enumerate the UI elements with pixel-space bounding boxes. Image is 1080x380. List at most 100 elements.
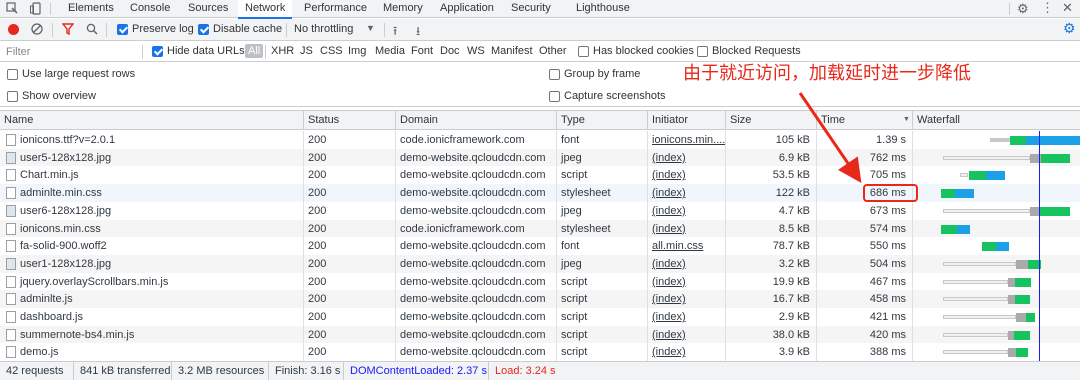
settings-gear-icon[interactable]: ⚙ [1017, 2, 1029, 15]
tab-elements[interactable]: Elements [68, 0, 114, 18]
hide-data-urls-checkbox[interactable] [152, 46, 163, 57]
col-time[interactable]: Time [817, 111, 913, 130]
col-type[interactable]: Type [557, 111, 648, 130]
document-file-icon [6, 311, 16, 323]
waterfall-bar [943, 297, 1008, 302]
show-overview-label: Show overview [22, 90, 96, 102]
import-har-icon[interactable]: ⭱ [393, 22, 397, 43]
filter-type-font[interactable]: Font [411, 45, 433, 57]
has-blocked-cookies-checkbox[interactable] [578, 46, 589, 57]
cell-initiator[interactable]: (index) [648, 166, 726, 185]
col-name[interactable]: Name [0, 111, 304, 130]
cell-initiator[interactable]: (index) [648, 219, 726, 238]
waterfall-bar [1041, 153, 1070, 163]
cell-initiator[interactable]: all.min.css [648, 237, 726, 256]
throttling-select[interactable]: No throttling [294, 23, 353, 35]
large-rows-checkbox[interactable] [7, 69, 18, 80]
tab-memory[interactable]: Memory [383, 0, 423, 18]
cell-initiator[interactable]: (index) [648, 201, 726, 220]
table-row[interactable]: fa-solid-900.woff2 200 demo-website.qcloud… [0, 237, 1080, 256]
table-row[interactable]: user5-128x128.jpg 200 demo-website.qcloudc… [0, 148, 1080, 167]
cell-initiator[interactable]: (index) [648, 148, 726, 167]
col-domain[interactable]: Domain [396, 111, 557, 130]
cell-domain: demo-website.qcloudcdn.com [396, 308, 557, 326]
cell-name: Chart.min.js [0, 166, 304, 185]
show-overview-checkbox[interactable] [7, 91, 18, 102]
cell-type: script [557, 308, 648, 326]
tab-security[interactable]: Security [511, 0, 551, 18]
tab-network[interactable]: Network [238, 0, 293, 19]
waterfall-bar [960, 173, 968, 178]
tab-console[interactable]: Console [130, 0, 170, 18]
filter-type-all[interactable]: All [245, 44, 264, 58]
cell-initiator[interactable]: (index) [648, 343, 726, 361]
cell-size: 53.5 kB [726, 166, 817, 185]
export-har-icon[interactable]: ⭳ [416, 22, 420, 43]
close-devtools-icon[interactable]: ✕ [1062, 1, 1073, 15]
filter-type-manifest[interactable]: Manifest [491, 45, 533, 57]
table-row[interactable]: adminlte.min.css 200 demo-website.qcloudcd… [0, 184, 1080, 203]
cell-initiator[interactable]: (index) [648, 308, 726, 326]
table-row[interactable]: user1-128x128.jpg 200 demo-website.qcloudc… [0, 254, 1080, 273]
chevron-down-icon[interactable]: ▼ [366, 23, 375, 33]
clear-icon[interactable] [31, 23, 43, 35]
cell-type: script [557, 325, 648, 344]
cell-initiator[interactable]: ionicons.min.... [648, 131, 726, 149]
cell-size: 122 kB [726, 184, 817, 203]
table-row[interactable]: demo.js 200 demo-website.qcloudcdn.com scri… [0, 343, 1080, 361]
more-options-icon[interactable]: ⋮ [1041, 1, 1054, 15]
search-icon[interactable] [86, 23, 98, 35]
blocked-requests-label: Blocked Requests [712, 45, 801, 57]
filter-type-img[interactable]: Img [348, 45, 366, 57]
tab-application[interactable]: Application [440, 0, 494, 18]
tab-performance[interactable]: Performance [304, 0, 367, 18]
filter-type-media[interactable]: Media [375, 45, 405, 57]
cell-initiator[interactable]: (index) [648, 272, 726, 291]
preserve-log-checkbox[interactable] [117, 24, 128, 35]
cell-size: 105 kB [726, 131, 817, 149]
filter-type-js[interactable]: JS [300, 45, 313, 57]
waterfall-cell [913, 184, 1080, 202]
capture-screenshots-checkbox[interactable] [549, 91, 560, 102]
filter-type-ws[interactable]: WS [467, 45, 485, 57]
cell-time: 504 ms [817, 254, 913, 273]
cell-size: 78.7 kB [726, 237, 817, 256]
cell-initiator[interactable]: (index) [648, 184, 726, 203]
table-row[interactable]: user6-128x128.jpg 200 demo-website.qcloudc… [0, 201, 1080, 220]
table-row[interactable]: adminlte.js 200 demo-website.qcloudcdn.com… [0, 290, 1080, 309]
col-status[interactable]: Status [304, 111, 396, 130]
col-size[interactable]: Size [726, 111, 817, 130]
device-toolbar-icon[interactable] [30, 2, 42, 15]
cell-size: 4.7 kB [726, 201, 817, 220]
filter-type-css[interactable]: CSS [320, 45, 343, 57]
table-row[interactable]: summernote-bs4.min.js 200 demo-website.qcl… [0, 325, 1080, 344]
disable-cache-checkbox[interactable] [198, 24, 209, 35]
record-icon[interactable] [8, 24, 19, 35]
group-by-frame-checkbox[interactable] [549, 69, 560, 80]
cell-initiator[interactable]: (index) [648, 290, 726, 309]
table-row[interactable]: ionicons.ttf?v=2.0.1 200 code.ionicframewo… [0, 131, 1080, 149]
cell-status: 200 [304, 201, 396, 220]
blocked-requests-checkbox[interactable] [697, 46, 708, 57]
filter-type-other[interactable]: Other [539, 45, 567, 57]
col-waterfall[interactable]: Waterfall [913, 111, 1080, 130]
table-row[interactable]: jquery.overlayScrollbars.min.js 200 demo-w… [0, 272, 1080, 291]
inspect-element-icon[interactable] [6, 2, 18, 14]
col-initiator[interactable]: Initiator [648, 111, 726, 130]
network-settings-gear-icon[interactable]: ⚙ [1063, 21, 1076, 36]
table-row[interactable]: Chart.min.js 200 demo-website.qcloudcdn.co… [0, 166, 1080, 185]
tab-sources[interactable]: Sources [188, 0, 228, 18]
filter-input[interactable]: Filter [6, 46, 140, 58]
table-row[interactable]: ionicons.min.css 200 code.ionicframework.c… [0, 219, 1080, 238]
waterfall-bar [1014, 330, 1030, 340]
cell-status: 200 [304, 148, 396, 167]
cell-name: ionicons.min.css [0, 219, 304, 238]
tab-lighthouse[interactable]: Lighthouse [576, 0, 630, 18]
cell-initiator[interactable]: (index) [648, 325, 726, 344]
filter-type-doc[interactable]: Doc [440, 45, 460, 57]
table-row[interactable]: dashboard.js 200 demo-website.qcloudcdn.co… [0, 308, 1080, 326]
filter-type-xhr[interactable]: XHR [271, 45, 294, 57]
filter-funnel-icon[interactable] [61, 23, 75, 36]
cell-initiator[interactable]: (index) [648, 254, 726, 273]
cell-type: stylesheet [557, 219, 648, 238]
